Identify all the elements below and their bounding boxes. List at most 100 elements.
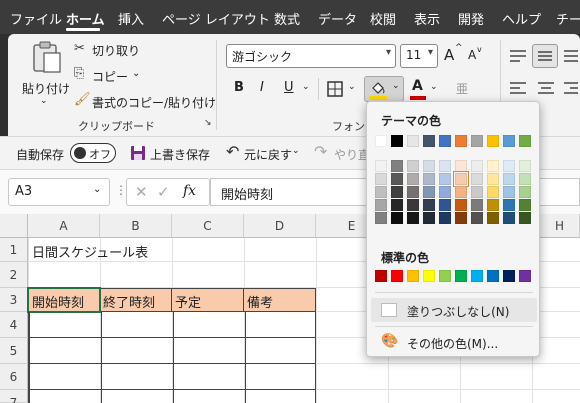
save-button[interactable]: 上書き保存 bbox=[150, 146, 210, 163]
row-header-1[interactable]: 1 bbox=[0, 238, 28, 262]
undo-button[interactable]: 元に戻す bbox=[244, 146, 292, 163]
theme-color-shade-swatch[interactable] bbox=[391, 186, 403, 198]
standard-color-swatch[interactable] bbox=[439, 270, 451, 282]
theme-color-shade-swatch[interactable] bbox=[391, 212, 403, 224]
borders-dropdown-icon[interactable]: ⌄ bbox=[348, 82, 356, 92]
standard-color-swatch[interactable] bbox=[471, 270, 483, 282]
tab-insert[interactable]: 挿入 bbox=[118, 9, 144, 28]
row-header-2[interactable]: 2 bbox=[0, 262, 28, 288]
theme-color-shade-swatch[interactable] bbox=[503, 160, 515, 172]
theme-color-shade-swatch[interactable] bbox=[439, 199, 451, 211]
tab-view[interactable]: 表示 bbox=[414, 9, 440, 28]
cell-c3[interactable]: 予定 bbox=[172, 288, 244, 312]
theme-color-shade-swatch[interactable] bbox=[455, 160, 467, 172]
theme-color-shade-swatch[interactable] bbox=[503, 212, 515, 224]
standard-color-swatch[interactable] bbox=[519, 270, 531, 282]
align-top-icon[interactable] bbox=[508, 48, 528, 64]
font-size-combobox[interactable]: 11 ▾ bbox=[400, 44, 438, 68]
font-color-button[interactable]: A bbox=[412, 78, 423, 94]
theme-color-shade-swatch[interactable] bbox=[455, 212, 467, 224]
undo-dropdown-icon[interactable]: ⌄ bbox=[292, 146, 300, 156]
theme-color-shade-swatch[interactable] bbox=[471, 160, 483, 172]
theme-color-shade-swatch[interactable] bbox=[391, 160, 403, 172]
theme-color-shade-swatch[interactable] bbox=[423, 173, 435, 185]
name-box[interactable]: A3 ⌄ bbox=[8, 178, 110, 206]
tab-developer[interactable]: 開発 bbox=[458, 9, 484, 28]
paste-button[interactable]: 貼り付け ⌄ bbox=[20, 40, 74, 130]
theme-color-shade-swatch[interactable] bbox=[407, 199, 419, 211]
cut-button[interactable]: 切り取り bbox=[92, 42, 140, 59]
theme-color-shade-swatch[interactable] bbox=[471, 173, 483, 185]
theme-color-shade-swatch[interactable] bbox=[439, 160, 451, 172]
theme-color-shade-swatch[interactable] bbox=[503, 186, 515, 198]
align-right-icon[interactable] bbox=[562, 80, 580, 96]
phonetic-guide-button[interactable]: 亜 bbox=[456, 80, 468, 97]
theme-color-shade-swatch[interactable] bbox=[407, 212, 419, 224]
row-header-5[interactable]: 5 bbox=[0, 338, 28, 364]
tab-help[interactable]: ヘルプ bbox=[502, 9, 541, 28]
theme-color-shade-swatch[interactable] bbox=[487, 212, 499, 224]
row-header-6[interactable]: 6 bbox=[0, 364, 28, 390]
theme-color-shade-swatch[interactable] bbox=[519, 186, 531, 198]
align-middle-button[interactable] bbox=[532, 44, 558, 68]
select-all-corner[interactable] bbox=[0, 214, 28, 238]
format-painter-button[interactable]: 書式のコピー/貼り付け bbox=[92, 94, 216, 111]
theme-color-shade-swatch[interactable] bbox=[487, 173, 499, 185]
tab-formulas[interactable]: 数式 bbox=[274, 9, 300, 28]
grow-font-button[interactable]: A bbox=[444, 46, 454, 64]
fill-color-button[interactable]: ⌄ bbox=[364, 76, 404, 102]
theme-color-shade-swatch[interactable] bbox=[391, 173, 403, 185]
theme-color-shade-swatch[interactable] bbox=[453, 171, 469, 187]
no-fill-item[interactable]: 塗りつぶしなし(N) bbox=[371, 298, 537, 322]
cell-a1[interactable]: 日間スケジュール表 bbox=[32, 242, 148, 261]
row-header-3[interactable]: 3 bbox=[0, 288, 28, 312]
standard-color-swatch[interactable] bbox=[423, 270, 435, 282]
theme-color-shade-swatch[interactable] bbox=[471, 199, 483, 211]
tab-team[interactable]: チー bbox=[556, 9, 580, 28]
theme-color-swatch[interactable] bbox=[519, 135, 531, 147]
cell-d3[interactable]: 備考 bbox=[244, 288, 316, 312]
theme-color-shade-swatch[interactable] bbox=[487, 160, 499, 172]
theme-color-shade-swatch[interactable] bbox=[519, 173, 531, 185]
theme-color-shade-swatch[interactable] bbox=[471, 186, 483, 198]
theme-color-swatch[interactable] bbox=[487, 135, 499, 147]
bold-button[interactable]: B bbox=[234, 80, 244, 95]
standard-color-swatch[interactable] bbox=[375, 270, 387, 282]
theme-color-shade-swatch[interactable] bbox=[423, 199, 435, 211]
theme-color-shade-swatch[interactable] bbox=[503, 199, 515, 211]
more-colors-item[interactable]: 🎨 その他の色(M)... bbox=[371, 330, 537, 354]
cell-b3[interactable]: 終了時刻 bbox=[100, 288, 172, 312]
font-name-combobox[interactable]: 游ゴシック ▾ bbox=[226, 44, 396, 68]
align-center-icon[interactable] bbox=[536, 80, 556, 96]
theme-color-shade-swatch[interactable] bbox=[375, 173, 387, 185]
tab-data[interactable]: データ bbox=[318, 9, 357, 28]
standard-color-swatch[interactable] bbox=[487, 270, 499, 282]
theme-color-shade-swatch[interactable] bbox=[423, 212, 435, 224]
borders-icon[interactable] bbox=[326, 80, 344, 98]
check-icon[interactable]: ✓ bbox=[157, 183, 170, 201]
copy-dropdown-icon[interactable]: ⌄ bbox=[132, 68, 140, 79]
theme-color-shade-swatch[interactable] bbox=[519, 160, 531, 172]
autosave-toggle[interactable]: オフ bbox=[70, 143, 116, 163]
standard-color-swatch[interactable] bbox=[455, 270, 467, 282]
theme-color-shade-swatch[interactable] bbox=[455, 186, 467, 198]
clipboard-launcher-icon[interactable]: ↘ bbox=[204, 118, 212, 128]
column-header-h[interactable]: H bbox=[540, 214, 580, 238]
row-header-7[interactable]: 7 bbox=[0, 390, 28, 403]
theme-color-shade-swatch[interactable] bbox=[375, 160, 387, 172]
theme-color-shade-swatch[interactable] bbox=[423, 186, 435, 198]
theme-color-shade-swatch[interactable] bbox=[407, 186, 419, 198]
align-left-icon[interactable] bbox=[508, 80, 528, 96]
standard-color-swatch[interactable] bbox=[503, 270, 515, 282]
shrink-font-button[interactable]: A bbox=[468, 48, 476, 62]
theme-color-swatch[interactable] bbox=[455, 135, 467, 147]
theme-color-shade-swatch[interactable] bbox=[471, 212, 483, 224]
underline-button[interactable]: U bbox=[284, 80, 294, 95]
column-header-a[interactable]: A bbox=[28, 214, 100, 238]
theme-color-swatch[interactable] bbox=[407, 135, 419, 147]
tab-file[interactable]: ファイル bbox=[10, 9, 62, 28]
theme-color-swatch[interactable] bbox=[375, 135, 387, 147]
theme-color-shade-swatch[interactable] bbox=[407, 173, 419, 185]
theme-color-shade-swatch[interactable] bbox=[375, 186, 387, 198]
align-bottom-icon[interactable] bbox=[562, 48, 580, 64]
